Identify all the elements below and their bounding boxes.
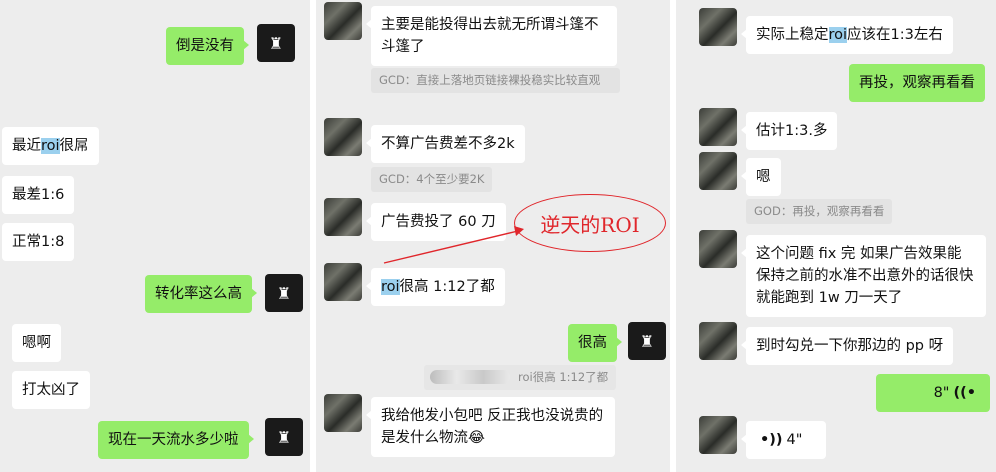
quoted-reply[interactable]: GOD：再投，观察再看看 [746, 199, 893, 224]
avatar[interactable] [324, 394, 362, 432]
message-bubble-incoming[interactable]: 嗯啊 [12, 324, 61, 362]
message-bubble-incoming[interactable]: roi很高 1:12了都 [366, 268, 505, 306]
quoted-reply[interactable]: GCD：直接上落地页链接裸投稳实比较直观 [371, 68, 620, 93]
blurred-content [430, 370, 510, 384]
voice-wave-icon: ((• [953, 385, 976, 401]
avatar[interactable] [699, 108, 737, 146]
message-bubble-outgoing[interactable]: 现在一天流水多少啦 [98, 421, 253, 459]
message-bubble-incoming[interactable]: 这个问题 fix 完 如果广告效果能保持之前的水准不出意外的话很快就能跑到 1w… [741, 235, 986, 317]
message-bubble-incoming[interactable]: 最近roi很屌 [2, 127, 99, 165]
user-icon: ♜ [639, 331, 655, 351]
message-bubble-incoming[interactable]: 实际上稳定roi应该在1:3左右 [741, 16, 953, 54]
message-bubble-incoming[interactable]: 到时勾兑一下你那边的 pp 呀 [740, 327, 954, 365]
annotation-label: 逆天的ROI [514, 194, 666, 252]
avatar[interactable] [324, 2, 362, 40]
message-bubble-incoming[interactable]: 广告费投了 60 刀 [366, 203, 506, 241]
avatar[interactable] [699, 322, 737, 360]
message-bubble-outgoing[interactable]: 转化率这么高 [145, 275, 257, 313]
quoted-reply[interactable]: GCD：4个至少要2K [371, 167, 493, 192]
message-bubble-incoming[interactable]: 嗯 [741, 158, 781, 196]
avatar[interactable]: ♜ [265, 274, 303, 312]
avatar[interactable] [699, 230, 737, 268]
message-bubble-incoming[interactable]: 主要是能投得出去就无所谓斗篷不斗篷了 [366, 6, 617, 66]
message-bubble-incoming[interactable]: 不算广告费差不多2k [366, 125, 525, 163]
message-bubble-incoming[interactable]: 正常1:8 [2, 223, 75, 261]
message-bubble-incoming[interactable]: 最差1:6 [2, 176, 75, 214]
avatar[interactable] [699, 8, 737, 46]
avatar[interactable]: ♜ [628, 322, 666, 360]
chat-panel-right: 实际上稳定roi应该在1:3左右 再投，观察再看看 估计1:3.多 嗯 GOD：… [676, 0, 996, 472]
message-bubble-incoming[interactable]: 打太凶了 [12, 371, 90, 409]
voice-wave-icon: •)) [760, 432, 783, 448]
user-icon: ♜ [276, 283, 292, 303]
avatar[interactable]: ♜ [257, 24, 295, 62]
avatar[interactable]: ♜ [265, 418, 303, 456]
avatar[interactable] [324, 118, 362, 156]
message-bubble-incoming[interactable]: 我给他发小包吧 反正我也没说贵的是发什么物流😂 [366, 397, 615, 457]
voice-message-incoming[interactable]: •)) 4" [741, 421, 826, 459]
quoted-reply[interactable]: roi很高 1:12了都 [424, 365, 617, 390]
user-icon: ♜ [268, 33, 284, 53]
avatar[interactable] [699, 416, 737, 454]
message-bubble-outgoing[interactable]: 再投，观察再看看 [849, 64, 985, 102]
user-icon: ♜ [276, 427, 292, 447]
message-bubble-incoming[interactable]: 估计1:3.多 [740, 112, 838, 150]
avatar[interactable] [699, 152, 737, 190]
message-bubble-outgoing[interactable]: 倒是没有 [166, 27, 249, 65]
voice-message-outgoing[interactable]: 8" ((• [876, 374, 990, 412]
message-bubble-outgoing[interactable]: 很高 [568, 324, 622, 362]
avatar[interactable] [324, 198, 362, 236]
chat-panel-left: 倒是没有 ♜ 最近roi很屌 最差1:6 正常1:8 转化率这么高 ♜ 嗯啊 打… [0, 0, 310, 472]
avatar[interactable] [324, 263, 362, 301]
